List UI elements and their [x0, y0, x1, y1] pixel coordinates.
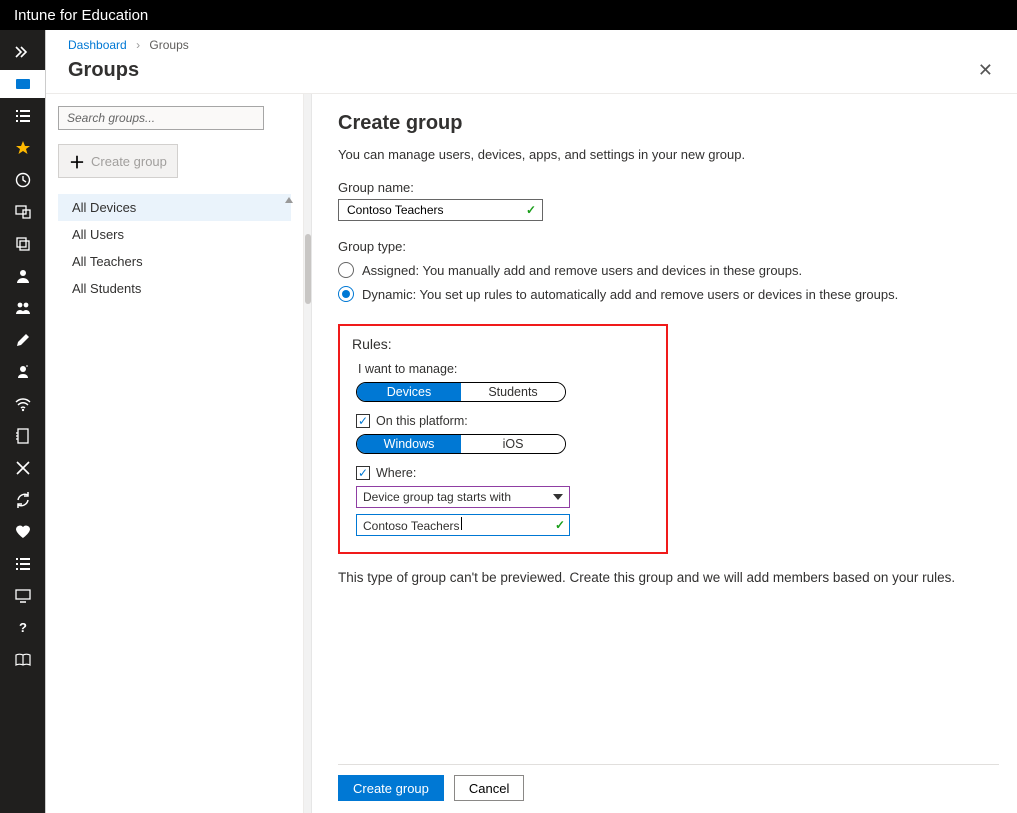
app-title: Intune for Education: [14, 7, 148, 24]
chevron-down-icon: [553, 494, 563, 500]
preview-note: This type of group can't be previewed. C…: [338, 570, 999, 585]
toggle-ios[interactable]: iOS: [461, 435, 565, 453]
list-item[interactable]: All Students: [58, 275, 291, 302]
group-type-label: Group type:: [338, 239, 999, 254]
list-item[interactable]: All Users: [58, 221, 291, 248]
groups-side-panel: Search groups... ＋ Create group All Devi…: [46, 94, 304, 813]
nav-pencil-icon[interactable]: [0, 326, 45, 354]
panel-description: You can manage users, devices, apps, and…: [338, 147, 999, 162]
nav-favorites-icon[interactable]: [0, 134, 45, 162]
nav-list-icon[interactable]: [0, 102, 45, 130]
nav-group-icon[interactable]: [0, 294, 45, 322]
nav-dashboard-icon[interactable]: [0, 70, 45, 98]
nav-clock-icon[interactable]: [0, 166, 45, 194]
app-header: Intune for Education: [0, 0, 1017, 30]
footer-actions: Create group Cancel: [338, 764, 999, 801]
rules-section: Rules: I want to manage: Devices Student…: [338, 324, 668, 554]
manage-label: I want to manage:: [358, 362, 654, 376]
radio-dynamic[interactable]: Dynamic: You set up rules to automatical…: [338, 286, 999, 302]
cancel-button[interactable]: Cancel: [454, 775, 524, 801]
toggle-devices[interactable]: Devices: [357, 383, 461, 401]
breadcrumb-current: Groups: [149, 38, 188, 52]
search-input[interactable]: Search groups...: [58, 106, 264, 130]
group-name-label: Group name:: [338, 180, 999, 195]
radio-icon: [338, 286, 354, 302]
nav-checklist-icon[interactable]: [0, 550, 45, 578]
where-checkbox-row[interactable]: ✓ Where:: [356, 466, 654, 480]
nav-book-icon[interactable]: [0, 646, 45, 674]
nav-sync-icon[interactable]: [0, 486, 45, 514]
rules-heading: Rules:: [352, 336, 654, 352]
where-value-text: Contoso Teachers: [363, 519, 460, 533]
nav-heart-icon[interactable]: [0, 518, 45, 546]
plus-icon: ＋: [69, 149, 85, 173]
where-label: Where:: [376, 466, 416, 480]
radio-assigned-label: Assigned: You manually add and remove us…: [362, 263, 802, 278]
radio-assigned[interactable]: Assigned: You manually add and remove us…: [338, 262, 999, 278]
toggle-windows[interactable]: Windows: [357, 435, 461, 453]
list-item[interactable]: All Devices: [58, 194, 291, 221]
breadcrumb-root[interactable]: Dashboard: [68, 38, 127, 52]
checkbox-icon: ✓: [356, 414, 370, 428]
nav-wifi-icon[interactable]: [0, 390, 45, 418]
list-item[interactable]: All Teachers: [58, 248, 291, 275]
panel-scrollbar[interactable]: [304, 94, 312, 813]
nav-expand-icon[interactable]: [0, 38, 45, 66]
nav-copy-icon[interactable]: [0, 230, 45, 258]
breadcrumb: Dashboard › Groups: [46, 30, 1017, 56]
platform-label: On this platform:: [376, 414, 468, 428]
platform-toggle[interactable]: Windows iOS: [356, 434, 566, 454]
nav-help-icon[interactable]: ?: [0, 614, 45, 642]
page-title: Groups: [68, 59, 139, 82]
svg-text:?: ?: [19, 620, 27, 635]
nav-notebook-icon[interactable]: [0, 422, 45, 450]
radio-icon: [338, 262, 354, 278]
breadcrumb-separator: ›: [136, 38, 140, 52]
toggle-students[interactable]: Students: [461, 383, 565, 401]
create-group-button[interactable]: ＋ Create group: [58, 144, 178, 178]
create-group-submit-button[interactable]: Create group: [338, 775, 444, 801]
check-icon: ✓: [526, 203, 536, 217]
text-cursor: [461, 517, 462, 530]
checkbox-icon: ✓: [356, 466, 370, 480]
where-condition-dropdown[interactable]: Device group tag starts with: [356, 486, 570, 508]
platform-checkbox-row[interactable]: ✓ On this platform:: [356, 414, 654, 428]
create-group-panel: Create group You can manage users, devic…: [312, 94, 1017, 813]
where-condition-value: Device group tag starts with: [363, 490, 511, 504]
nav-admin-icon[interactable]: [0, 358, 45, 386]
manage-toggle[interactable]: Devices Students: [356, 382, 566, 402]
group-name-input[interactable]: ✓: [338, 199, 543, 221]
nav-rail: ?: [0, 30, 45, 813]
nav-tools-icon[interactable]: [0, 454, 45, 482]
panel-title: Create group: [338, 112, 999, 135]
group-list: All Devices All Users All Teachers All S…: [58, 194, 291, 302]
nav-monitor-icon[interactable]: [0, 582, 45, 610]
search-placeholder: Search groups...: [67, 111, 155, 125]
group-name-field[interactable]: [345, 202, 505, 218]
radio-dynamic-label: Dynamic: You set up rules to automatical…: [362, 287, 898, 302]
where-value-input[interactable]: Contoso Teachers ✓: [356, 514, 570, 536]
create-group-label: Create group: [91, 154, 167, 169]
check-icon: ✓: [555, 518, 565, 532]
nav-user-icon[interactable]: [0, 262, 45, 290]
nav-devices-icon[interactable]: [0, 198, 45, 226]
scroll-up-icon[interactable]: [285, 194, 293, 214]
close-icon[interactable]: ✕: [970, 56, 1001, 85]
